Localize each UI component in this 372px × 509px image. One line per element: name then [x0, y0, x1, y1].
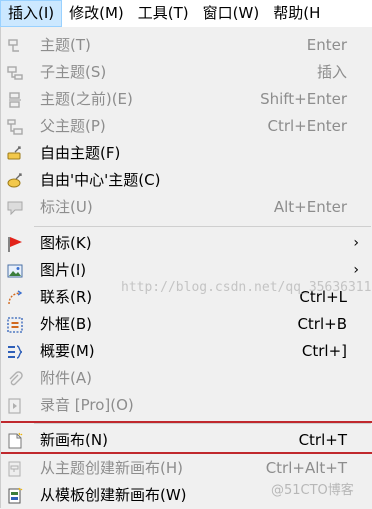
- menu-separator: [34, 226, 371, 227]
- menu-item-label: 图片(I): [40, 261, 87, 279]
- menu-item-label: 外框(B): [40, 315, 92, 333]
- menu-item-label: 概要(M): [40, 342, 95, 360]
- menu-item-label: 图标(K): [40, 234, 92, 252]
- image-icon: [6, 262, 24, 280]
- menu-item-shortcut: Enter: [306, 36, 347, 54]
- parent-topic-icon: [6, 118, 24, 136]
- menu-item-shortcut: 插入: [316, 63, 347, 81]
- menu-item-label: 联系(R): [40, 288, 93, 306]
- menu-item-boundary[interactable]: 外框(B) Ctrl+B: [1, 311, 372, 338]
- menu-item-label: 附件(A): [40, 369, 92, 387]
- menu-item-shortcut: Ctrl+T: [298, 431, 347, 449]
- free-topic-icon: [6, 145, 24, 163]
- menu-item-topic-before[interactable]: 主题(之前)(E) Shift+Enter: [1, 86, 372, 113]
- menu-item-free-central-topic[interactable]: 自由'中心'主题(C): [1, 167, 372, 194]
- insert-menu-dropdown: 主题(T) Enter 子主题(S) 插入 主题(之前)(E) Shift+En…: [0, 27, 372, 508]
- menu-item-icons[interactable]: 图标(K) ›: [1, 230, 372, 257]
- watermark-url: http://blog.csdn.net/qq_35636311: [121, 280, 372, 295]
- menu-item-label: 从模板创建新画布(W): [40, 486, 187, 504]
- menu-item-shortcut: Ctrl+Enter: [267, 117, 347, 135]
- menu-item-new-sheet[interactable]: 新画布(N) Ctrl+T: [1, 427, 372, 454]
- menu-item-label: 自由主题(F): [40, 144, 121, 162]
- menu-item-shortcut: Shift+Enter: [260, 90, 347, 108]
- free-central-topic-icon: [6, 172, 24, 190]
- menu-item-label: 从主题创建新画布(H): [40, 459, 183, 477]
- subtopic-icon: [6, 64, 24, 82]
- menu-item-free-topic[interactable]: 自由主题(F): [1, 140, 372, 167]
- menu-item-label: 录音 [Pro](O): [40, 396, 134, 414]
- menu-item-shortcut: Ctrl+]: [301, 342, 347, 360]
- menu-item-subtopic[interactable]: 子主题(S) 插入: [1, 59, 372, 86]
- new-sheet-icon: [6, 432, 24, 450]
- menu-item-topic[interactable]: 主题(T) Enter: [1, 32, 372, 59]
- watermark-51cto: @51CTO博客: [271, 483, 354, 498]
- audio-record-icon: [6, 397, 24, 415]
- menubar-help[interactable]: 帮助(H: [266, 0, 327, 27]
- topic-before-icon: [6, 91, 24, 109]
- submenu-arrow-icon: ›: [353, 235, 359, 251]
- menu-item-label: 新画布(N): [40, 431, 108, 449]
- menubar-tools[interactable]: 工具(T): [131, 0, 196, 27]
- menu-item-shortcut: Alt+Enter: [273, 198, 347, 216]
- attachment-icon: [6, 370, 24, 388]
- boundary-icon: [6, 316, 24, 334]
- menu-item-callout[interactable]: 标注(U) Alt+Enter: [1, 194, 372, 221]
- menu-item-sheet-from-topic[interactable]: 从主题创建新画布(H) Ctrl+Alt+T: [1, 455, 372, 482]
- menubar-window[interactable]: 窗口(W): [196, 0, 267, 27]
- menu-item-label: 主题(T): [40, 36, 91, 54]
- sheet-from-topic-icon: [6, 460, 24, 478]
- menu-item-shortcut: Ctrl+Alt+T: [265, 459, 347, 477]
- topic-icon: [6, 37, 24, 55]
- menu-item-label: 子主题(S): [40, 63, 107, 81]
- menubar-insert[interactable]: 插入(I): [0, 0, 63, 27]
- menu-item-label: 自由'中心'主题(C): [40, 171, 161, 189]
- sheet-from-template-icon: [6, 487, 24, 505]
- callout-icon: [6, 199, 24, 217]
- menu-item-summary[interactable]: 概要(M) Ctrl+]: [1, 338, 372, 365]
- menubar-modify[interactable]: 修改(M): [62, 0, 131, 27]
- menu-item-label: 父主题(P): [40, 117, 106, 135]
- summary-icon: [6, 343, 24, 361]
- menu-bar: 插入(I) 修改(M) 工具(T) 窗口(W) 帮助(H: [0, 0, 372, 27]
- menu-item-attachment[interactable]: 附件(A): [1, 365, 372, 392]
- menu-item-shortcut: Ctrl+B: [297, 315, 347, 333]
- menu-item-audio-record[interactable]: 录音 [Pro](O): [1, 392, 372, 419]
- menu-item-parent-topic[interactable]: 父主题(P) Ctrl+Enter: [1, 113, 372, 140]
- menu-item-label: 主题(之前)(E): [40, 90, 133, 108]
- flag-icon: [6, 235, 24, 253]
- menu-item-label: 标注(U): [40, 198, 93, 216]
- relationship-icon: [6, 289, 24, 307]
